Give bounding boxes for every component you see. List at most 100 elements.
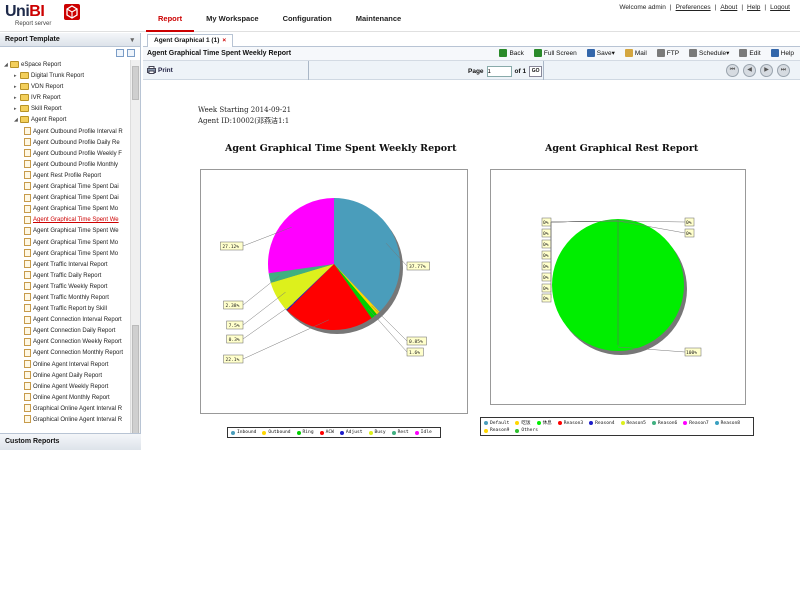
tree-item[interactable]: Agent Graphical Time Spent We — [0, 215, 130, 226]
toolbar-button-label: Back — [509, 49, 524, 57]
legend-swatch — [296, 430, 301, 435]
toolbar-button-mail[interactable]: Mail — [624, 49, 647, 57]
legend-item: Reason9 — [484, 428, 509, 433]
tree-item[interactable]: Online Agent Daily Report — [0, 371, 130, 382]
toolbar-button-save[interactable]: Save▾ — [586, 49, 615, 57]
nav-my-workspace[interactable]: My Workspace — [194, 12, 270, 32]
nav-configuration[interactable]: Configuration — [271, 12, 344, 32]
page-input[interactable] — [486, 66, 512, 77]
tree-item[interactable]: ▸ Digital Trunk Report — [0, 71, 130, 82]
tree-item[interactable]: Agent Traffic Daily Report — [0, 271, 130, 282]
legend-item: Reason4 — [589, 420, 615, 426]
tree-item[interactable]: Agent Outbound Profile Monthly — [0, 160, 130, 171]
tree-item[interactable]: ▸ IVR Report — [0, 93, 130, 104]
about-link[interactable]: About — [720, 4, 737, 11]
nav-report[interactable]: Report — [146, 12, 195, 32]
toolbar-button-edit[interactable]: Edit — [739, 49, 761, 57]
tree-item[interactable]: ◢ eSpace Report — [0, 60, 130, 71]
scrollbar-track-lower[interactable] — [132, 325, 139, 440]
tab-close-icon[interactable]: × — [222, 37, 226, 44]
tab-strip: Agent Graphical 1 (1) × — [143, 33, 800, 47]
toolbar-button-help[interactable]: Help — [770, 49, 794, 57]
toolbar-button-back[interactable]: Back — [499, 49, 524, 57]
collapse-caret-icon[interactable]: ▾ — [130, 36, 134, 44]
tree-item-label: Agent Outbound Profile Weekly F — [33, 150, 122, 157]
toolbar-button-fullscreen[interactable]: Full Screen — [533, 49, 577, 57]
legend-label: Reason5 — [626, 420, 646, 426]
scrollbar-thumb[interactable] — [132, 66, 139, 100]
toolbar-button-ftp[interactable]: FTP — [656, 49, 679, 57]
report-file-icon — [24, 404, 31, 413]
legend-label: Reason7 — [689, 420, 709, 426]
report-meta: Week Starting 2014-09-21 Agent ID:10002(… — [198, 105, 291, 127]
tree-item[interactable]: Agent Connection Daily Report — [0, 326, 130, 337]
tree-item[interactable]: Online Agent Weekly Report — [0, 382, 130, 393]
tree-item[interactable]: ▸ Skill Report — [0, 104, 130, 115]
legend-item: Reason7 — [683, 420, 709, 426]
report-file-icon — [24, 304, 31, 313]
week-starting: Week Starting 2014-09-21 — [198, 106, 292, 114]
tree-item[interactable]: Agent Traffic Monthly Report — [0, 293, 130, 304]
pie-label: 0% — [686, 220, 692, 226]
last-page-button[interactable]: ⏭ — [777, 64, 790, 77]
tree-item[interactable]: ▸ VDN Report — [0, 82, 130, 93]
logout-link[interactable]: Logout — [770, 4, 790, 11]
prev-page-button[interactable]: ◀ — [743, 64, 756, 77]
expand-all-icon[interactable] — [116, 49, 124, 57]
tree-item-label: Agent Traffic Report by Skill — [33, 306, 107, 313]
tree-item[interactable]: Agent Graphical Time Spent Dai — [0, 193, 130, 204]
folder-icon — [20, 116, 29, 124]
tree-item[interactable]: Graphical Online Agent Interval R — [0, 404, 130, 415]
legend-item: Default — [484, 420, 509, 426]
tree-item[interactable]: ◢ Agent Report — [0, 115, 130, 126]
nav-maintenance[interactable]: Maintenance — [344, 12, 413, 32]
go-button[interactable]: GO — [529, 66, 543, 77]
tree-item-label: Agent Graphical Time Spent Mo — [33, 239, 119, 246]
legend-swatch — [683, 421, 688, 425]
report-file-icon — [24, 326, 31, 335]
custom-reports-header[interactable]: Custom Reports — [0, 433, 141, 450]
printer-icon — [147, 66, 156, 74]
tree-item[interactable]: Agent Graphical Time Spent Dai — [0, 182, 130, 193]
tree-item[interactable]: Agent Traffic Weekly Report — [0, 282, 130, 293]
report-file-icon — [24, 171, 31, 180]
tree-item[interactable]: Agent Graphical Time Spent Mo — [0, 249, 130, 260]
tree-item-label: Agent Outbound Profile Interval R — [33, 128, 123, 135]
tree-item[interactable]: Agent Graphical Time Spent Mo — [0, 237, 130, 249]
help-link[interactable]: Help — [747, 4, 760, 11]
tree-item[interactable]: Agent Connection Monthly Report — [0, 348, 130, 359]
tree-item[interactable]: Agent Traffic Interval Report — [0, 260, 130, 271]
print-button[interactable]: Print — [147, 66, 173, 74]
chart1-legend: Inbound Outbound Ring ACW Adjust Busy Rest Idle — [227, 427, 441, 438]
toolbar-button-schedule[interactable]: Schedule▾ — [689, 49, 729, 57]
first-page-button[interactable]: ⏮ — [726, 64, 739, 77]
legend-swatch — [319, 430, 324, 435]
tree-item[interactable]: Agent Connection Interval Report — [0, 315, 130, 326]
pie-label: 0.85% — [409, 339, 423, 345]
tree-item[interactable]: Agent Traffic Report by Skill — [0, 304, 130, 315]
tree-item-label: VDN Report — [31, 84, 64, 91]
tree-item[interactable]: Online Agent Monthly Report — [0, 393, 130, 404]
fullscreen-icon — [533, 49, 542, 57]
legend-item: Others — [515, 428, 538, 433]
tree-item[interactable]: Agent Outbound Profile Weekly F — [0, 149, 130, 160]
tree-item[interactable]: Agent Outbound Profile Daily Re — [0, 138, 130, 149]
sidebar-scrollbar[interactable] — [130, 60, 140, 446]
time-spent-pie-chart: 37.77% 0.85% 1.6% 22.1% 0.3% 7.5% 2.38% 27.12% — [220, 198, 430, 364]
tree-item[interactable]: Graphical Online Agent Interval R — [0, 415, 130, 426]
next-page-button[interactable]: ▶ — [760, 64, 773, 77]
collapse-all-icon[interactable] — [127, 49, 135, 57]
tree-item[interactable]: Online Agent Interval Report — [0, 359, 130, 371]
legend-item: Reason3 — [557, 420, 583, 426]
sidebar-header[interactable]: Report Template ▾ — [0, 33, 140, 47]
tree-item[interactable]: Agent Graphical Time Spent Mo — [0, 204, 130, 215]
tree-item[interactable]: Agent Rest Profile Report — [0, 171, 130, 182]
tree-item-label: IVR Report — [31, 95, 61, 102]
pie-label-line — [368, 308, 408, 353]
legend-swatch — [589, 421, 594, 425]
tab-agent-graphical[interactable]: Agent Graphical 1 (1) × — [147, 34, 234, 47]
preferences-link[interactable]: Preferences — [676, 4, 711, 11]
tree-item[interactable]: Agent Graphical Time Spent We — [0, 226, 130, 237]
tree-item[interactable]: Agent Outbound Profile Interval R — [0, 126, 130, 138]
tree-item[interactable]: Agent Connection Weekly Report — [0, 337, 130, 348]
